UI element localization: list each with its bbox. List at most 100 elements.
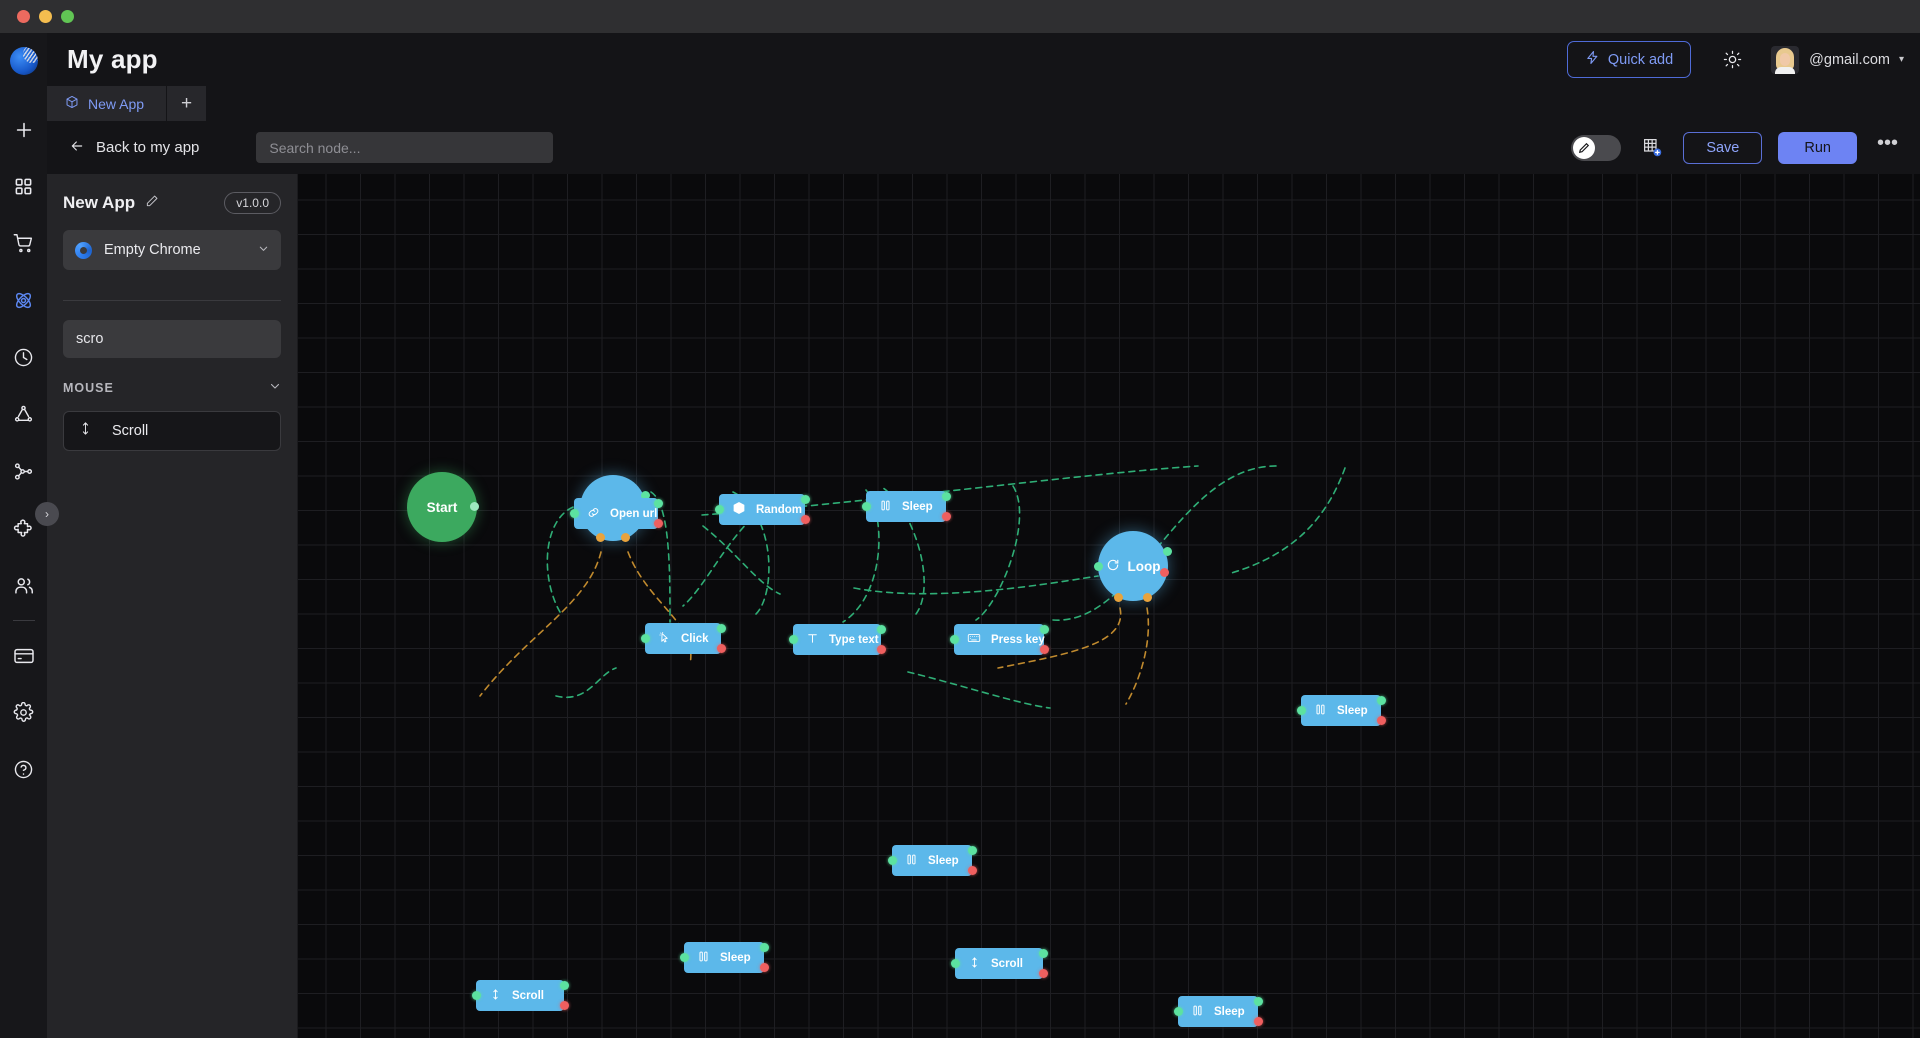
port-input[interactable] <box>640 634 650 643</box>
sun-icon[interactable] <box>1717 45 1747 75</box>
port-error[interactable] <box>941 512 951 521</box>
canvas-node-open-url[interactable]: Open url <box>569 498 663 529</box>
browser-select[interactable]: Empty Chrome <box>63 230 281 270</box>
port-output[interactable] <box>716 624 726 633</box>
arrow-left-icon <box>69 138 85 158</box>
edit-mode-toggle[interactable] <box>1571 134 1622 161</box>
port-error[interactable] <box>1160 568 1169 577</box>
port-error[interactable] <box>967 866 977 875</box>
port-loop-body[interactable] <box>1114 593 1123 602</box>
port-output[interactable] <box>1039 625 1049 634</box>
canvas-node-press-key[interactable]: Press key <box>949 624 1049 655</box>
canvas-node-scroll-1[interactable]: Scroll <box>471 980 569 1011</box>
port-input[interactable] <box>569 509 579 518</box>
port-output[interactable] <box>1163 547 1172 556</box>
node-label: Open url <box>610 507 658 520</box>
port-loop-done[interactable] <box>1143 593 1152 602</box>
port-error[interactable] <box>559 1001 569 1010</box>
app-logo-icon[interactable] <box>9 47 38 75</box>
port-input[interactable] <box>471 991 481 1000</box>
canvas-node-type-text[interactable]: Type text <box>788 624 886 655</box>
port-input[interactable] <box>950 959 960 968</box>
sidebar-item-recycle[interactable] <box>0 386 47 443</box>
node-library-item-scroll[interactable]: Scroll <box>63 411 281 451</box>
canvas-node-loop-2[interactable]: Loop <box>1094 531 1172 602</box>
port-loop-body[interactable] <box>596 533 605 542</box>
sidebar-item-add[interactable] <box>0 101 47 158</box>
save-button[interactable]: Save <box>1683 131 1763 164</box>
search-input[interactable] <box>256 132 554 163</box>
port-input[interactable] <box>1296 706 1306 715</box>
port-error[interactable] <box>800 515 810 524</box>
sidebar-item-billing[interactable] <box>0 627 47 684</box>
port-output[interactable] <box>759 943 769 952</box>
port-input[interactable] <box>949 635 959 644</box>
port-output[interactable] <box>800 495 810 504</box>
sidebar-item-apps[interactable] <box>0 158 47 215</box>
port-input[interactable] <box>887 856 897 865</box>
port-output[interactable] <box>1038 949 1048 958</box>
port-error[interactable] <box>876 645 886 654</box>
port-error[interactable] <box>1038 969 1048 978</box>
port-input[interactable] <box>1173 1007 1183 1016</box>
canvas-node-sleep-4[interactable]: Sleep <box>679 942 769 973</box>
rail-expand-button[interactable]: › <box>35 502 59 526</box>
back-to-my-app-link[interactable]: Back to my app <box>69 138 199 158</box>
canvas-node-sleep-5[interactable]: Sleep <box>1173 996 1263 1027</box>
cube-icon <box>65 95 79 112</box>
port-error[interactable] <box>716 644 726 653</box>
window-maximize-button[interactable] <box>61 10 74 23</box>
port-output[interactable] <box>1253 997 1263 1006</box>
chevron-down-icon[interactable]: ▾ <box>1899 54 1904 65</box>
sidebar-item-history[interactable] <box>0 329 47 386</box>
sidebar-item-help[interactable] <box>0 741 47 798</box>
quick-add-button[interactable]: Quick add <box>1566 41 1692 78</box>
run-button[interactable]: Run <box>1778 131 1857 164</box>
node-group-mouse[interactable]: MOUSE <box>63 380 281 395</box>
edge-scroll2-sleep5 <box>907 671 1051 709</box>
port-output[interactable] <box>470 502 479 511</box>
canvas-node-sleep-3[interactable]: Sleep <box>887 845 977 876</box>
canvas-node-sleep-2[interactable]: Sleep <box>1296 695 1386 726</box>
port-input[interactable] <box>714 505 724 514</box>
add-tab-button[interactable]: + <box>166 86 207 121</box>
port-error[interactable] <box>1376 716 1386 725</box>
flow-canvas[interactable]: Start Loop Loop <box>298 174 1920 1038</box>
canvas-node-click[interactable]: Click <box>640 623 726 654</box>
port-output[interactable] <box>653 499 663 508</box>
port-input[interactable] <box>1094 562 1103 571</box>
grid-add-icon[interactable] <box>1637 133 1667 163</box>
port-error[interactable] <box>1253 1017 1263 1026</box>
node-label: Click <box>681 632 709 645</box>
canvas-node-sleep-1[interactable]: Sleep <box>861 491 951 522</box>
avatar[interactable] <box>1771 45 1800 74</box>
canvas-node-start[interactable]: Start <box>407 472 479 542</box>
window-close-button[interactable] <box>17 10 30 23</box>
cursor-click-icon <box>658 631 671 647</box>
canvas-node-random[interactable]: Random <box>714 494 810 525</box>
sidebar-item-workflows[interactable] <box>0 443 47 500</box>
port-output[interactable] <box>559 981 569 990</box>
port-error[interactable] <box>653 519 663 528</box>
port-output[interactable] <box>967 846 977 855</box>
canvas-node-scroll-2[interactable]: Scroll <box>950 948 1048 979</box>
port-output[interactable] <box>1376 696 1386 705</box>
port-output[interactable] <box>941 492 951 501</box>
chevron-down-icon <box>269 380 281 395</box>
node-search-input[interactable] <box>63 320 281 358</box>
sidebar-item-marketplace[interactable] <box>0 215 47 272</box>
window-minimize-button[interactable] <box>39 10 52 23</box>
port-input[interactable] <box>861 502 871 511</box>
tab-new-app[interactable]: New App <box>47 86 167 121</box>
sidebar-item-settings[interactable] <box>0 684 47 741</box>
port-output[interactable] <box>876 625 886 634</box>
port-error[interactable] <box>759 963 769 972</box>
port-input[interactable] <box>788 635 798 644</box>
sidebar-item-teams[interactable] <box>0 557 47 614</box>
port-loop-done[interactable] <box>621 533 630 542</box>
port-input[interactable] <box>679 953 689 962</box>
pencil-icon[interactable] <box>145 194 159 213</box>
more-options-button[interactable]: ••• <box>1873 132 1902 163</box>
port-error[interactable] <box>1039 645 1049 654</box>
sidebar-item-automation[interactable] <box>0 272 47 329</box>
